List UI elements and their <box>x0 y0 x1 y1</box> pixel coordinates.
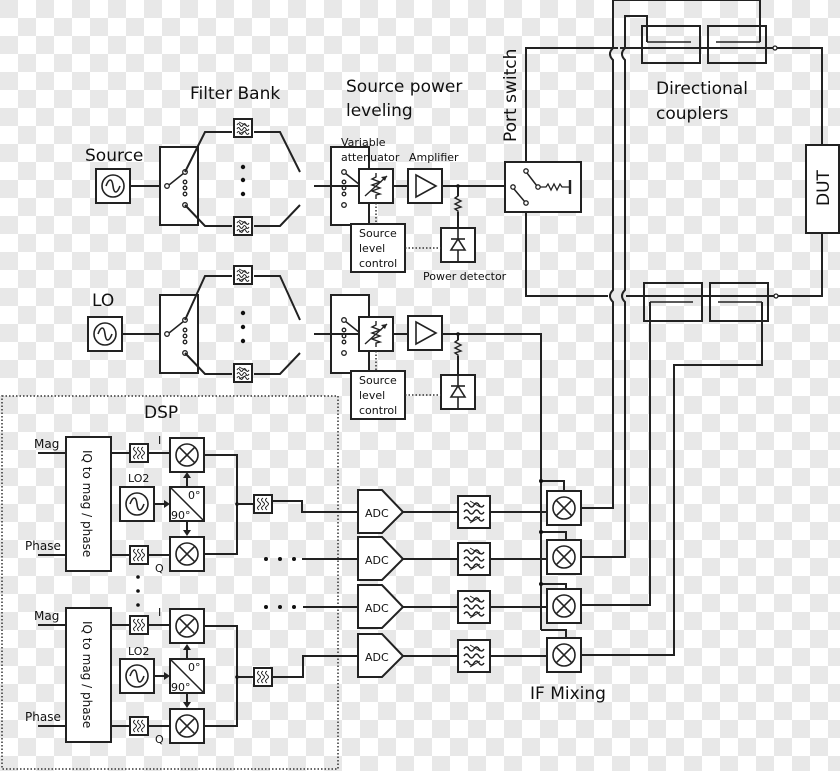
if-mixing-label: IF Mixing <box>530 684 606 704</box>
amplifier-label: Amplifier <box>409 151 459 164</box>
adc-label: ADC <box>365 602 389 615</box>
mixer-icon <box>169 608 205 644</box>
dut-label: DUT <box>814 169 834 206</box>
amplifier-icon <box>407 315 443 351</box>
if-mixer-icon <box>546 490 582 526</box>
iq-demodulator-2: Mag Phase IQ to mag / phase I Q LO2 0° 9… <box>25 606 273 746</box>
if-filter-icon <box>457 590 491 624</box>
port-switch <box>504 161 582 213</box>
adc-label: ADC <box>365 651 389 664</box>
lowpass-filter-icon <box>129 443 149 463</box>
source-power-leveling-label-1: Source power <box>346 77 462 97</box>
bandpass-filter-icon <box>233 118 253 138</box>
vna-block-diagram: Source Filter Bank Source power leveling… <box>1 0 840 770</box>
if-filter-icon <box>457 495 491 529</box>
adc-block: ADC <box>357 489 405 534</box>
phase-splitter: 0° 90° <box>169 658 205 694</box>
filter-bank-lo <box>159 265 370 383</box>
lo2-oscillator-icon <box>119 658 155 694</box>
directional-couplers-label-2: couplers <box>656 104 728 124</box>
source-chain: Source Filter Bank Source power leveling… <box>85 77 520 283</box>
source-power-leveling-label-2: leveling <box>346 101 413 121</box>
power-detector-icon <box>440 227 476 263</box>
if-mixing: IF Mixing ADC ADC ADC ADC <box>357 479 606 704</box>
i-label: I <box>158 434 161 447</box>
iq-demodulator-1: Mag Phase IQ to mag / phase I Q LO2 0° 9… <box>25 434 273 575</box>
zero-degree-label: 0° <box>188 661 201 674</box>
directional-coupler-top <box>612 0 767 64</box>
mixer-icon <box>169 708 205 744</box>
lowpass-filter-icon <box>129 615 149 635</box>
adc-channels: ADC ADC ADC ADC <box>357 489 547 678</box>
amplifier-icon <box>407 168 443 204</box>
source-level-control-label: level <box>359 242 385 255</box>
resistor-icon <box>454 192 462 214</box>
bandpass-filter-icon <box>233 363 253 383</box>
source-level-control-label: control <box>359 404 397 417</box>
dsp-label: DSP <box>144 403 178 423</box>
adc-block: ADC <box>357 536 405 581</box>
mixer-icon <box>169 437 205 473</box>
bandpass-filter-icon <box>233 216 253 236</box>
directional-couplers-label-1: Directional <box>656 79 748 99</box>
dsp-block: DSP Mag Phase IQ to mag / phase I Q LO2 … <box>1 395 358 770</box>
adc-block: ADC <box>357 584 405 629</box>
if-mixer-icon <box>546 637 582 673</box>
lo2-label: LO2 <box>128 472 149 485</box>
if-mixer-icon <box>546 539 582 575</box>
resistor-icon <box>454 336 462 358</box>
port-switch-label: Port switch <box>501 49 521 142</box>
mixer-icon <box>169 536 205 572</box>
phase-label: Phase <box>25 539 61 553</box>
variable-attenuator-icon <box>358 316 394 352</box>
q-label: Q <box>155 733 164 746</box>
bandpass-filter-icon <box>233 265 253 285</box>
source-label: Source <box>85 146 143 166</box>
source-level-control-label: level <box>359 389 385 402</box>
filter-bank-label: Filter Bank <box>190 84 280 104</box>
phase-splitter: 0° 90° <box>169 486 205 522</box>
if-filter-icon <box>457 639 491 673</box>
iq-to-mag-phase-label: IQ to mag / phase <box>80 621 94 728</box>
power-detector-icon <box>440 374 476 410</box>
lo2-label: LO2 <box>128 645 149 658</box>
mag-label: Mag <box>34 609 59 623</box>
adc-label: ADC <box>365 507 389 520</box>
if-filter-icon <box>457 542 491 576</box>
lo2-oscillator-icon <box>119 486 155 522</box>
adc-label: ADC <box>365 554 389 567</box>
variable-attenuator-icon <box>358 168 394 204</box>
ellipsis-icon <box>264 557 296 561</box>
if-mixer-icon <box>546 588 582 624</box>
iq-to-mag-phase-label: IQ to mag / phase <box>80 450 94 557</box>
lowpass-filter-icon <box>253 494 273 514</box>
lo-label: LO <box>92 291 114 311</box>
directional-coupler-bottom <box>581 282 769 656</box>
power-detector-label: Power detector <box>423 270 507 283</box>
lowpass-filter-icon <box>253 667 273 687</box>
source-level-control-label: Source <box>359 374 397 387</box>
phase-label: Phase <box>25 710 61 724</box>
lowpass-filter-icon <box>129 716 149 736</box>
filter-bank-source <box>159 118 370 236</box>
source-oscillator-icon <box>95 168 131 204</box>
source-level-control-label: Source <box>359 227 397 240</box>
ninety-degree-label: 90° <box>171 509 191 522</box>
i-label: I <box>158 606 161 619</box>
lo-oscillator-icon <box>87 316 123 352</box>
lowpass-filter-icon <box>129 545 149 565</box>
variable-attenuator-label-1: Variable <box>341 136 386 149</box>
source-level-control-label: control <box>359 257 397 270</box>
ellipsis-icon <box>264 605 296 609</box>
zero-degree-label: 0° <box>188 489 201 502</box>
ninety-degree-label: 90° <box>171 681 191 694</box>
mag-label: Mag <box>34 437 59 451</box>
ellipsis-icon <box>136 575 140 607</box>
q-label: Q <box>155 562 164 575</box>
variable-attenuator-label-2: attenuator <box>341 151 400 164</box>
adc-block: ADC <box>357 633 405 678</box>
